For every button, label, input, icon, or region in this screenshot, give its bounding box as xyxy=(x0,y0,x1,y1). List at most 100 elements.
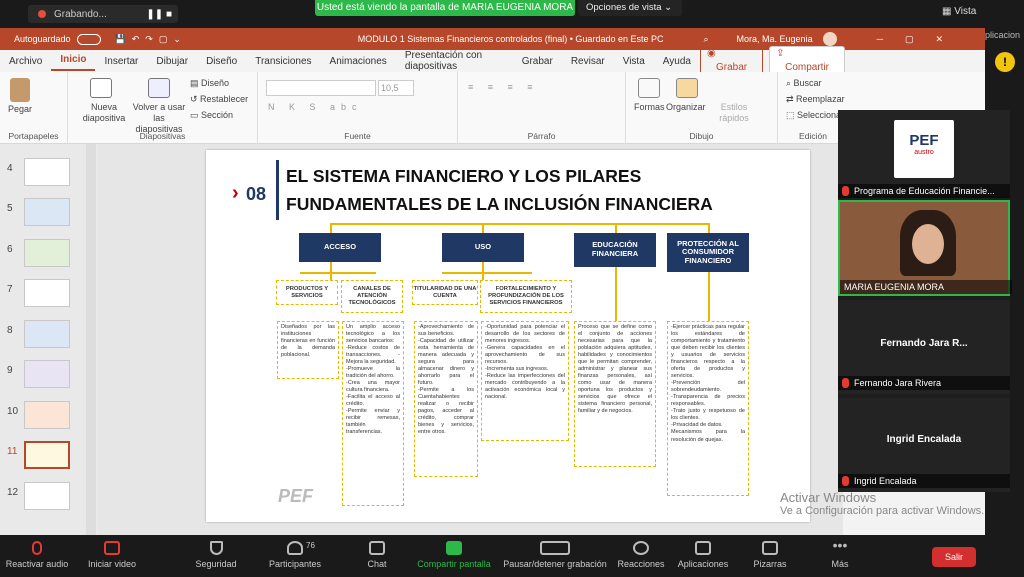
reset-button[interactable]: ↺ Restablecer xyxy=(190,94,248,105)
reactions-label: Reacciones xyxy=(617,559,665,569)
tab-inicio[interactable]: Inicio xyxy=(51,51,96,71)
select-button[interactable]: ⬚ Seleccionar xyxy=(786,110,844,121)
participant-name-text: Ingrid Encalada xyxy=(854,476,917,486)
participant-tile-fernando[interactable]: Fernando Jara R... Fernando Jara Rivera xyxy=(838,300,1010,394)
apps-cut-label: plicacion xyxy=(985,30,1021,40)
whiteboard-label: Pizarras xyxy=(753,559,787,569)
tab-grabar[interactable]: Grabar xyxy=(513,56,562,67)
tab-ayuda[interactable]: Ayuda xyxy=(654,56,700,67)
connector xyxy=(300,272,376,274)
leave-button[interactable]: Salir xyxy=(932,547,976,567)
slide-thumbnail[interactable] xyxy=(24,360,70,388)
sub-fortalecimiento: FORTALECIMIENTO Y PROFUNDIZACIÓN DE LOS … xyxy=(480,280,572,313)
start-video-button[interactable]: Iniciar video xyxy=(80,535,144,577)
shapes-label[interactable]: Formas xyxy=(634,102,665,112)
view-button[interactable]: ▦ Vista xyxy=(942,6,976,17)
autosave-toggle[interactable] xyxy=(76,33,101,45)
unmute-button[interactable]: Reactivar audio xyxy=(2,535,72,577)
muted-mic-icon xyxy=(842,186,849,196)
connector xyxy=(330,262,332,280)
pause-recording-button[interactable]: Pausar/detener grabación xyxy=(500,535,610,577)
replace-button[interactable]: ⇄ Reemplazar xyxy=(786,94,845,105)
apps-button[interactable]: Aplicaciones xyxy=(676,535,730,577)
more-button[interactable]: ••• Más xyxy=(820,535,860,577)
avatar[interactable] xyxy=(822,32,837,46)
pef-logo: PEF austro xyxy=(894,120,954,178)
slide-thumbnail[interactable] xyxy=(24,239,70,267)
connector xyxy=(330,223,332,233)
tab-diseno[interactable]: Diseño xyxy=(197,56,246,67)
share-screen-button[interactable]: Compartir pantalla xyxy=(414,535,494,577)
paragraph-icons[interactable]: ≡ ≡ ≡ ≡ xyxy=(468,82,539,92)
search-icon[interactable]: ⌕ xyxy=(703,34,708,45)
connector xyxy=(482,223,484,233)
slide-thumbnail[interactable] xyxy=(24,482,70,510)
font-size-select[interactable]: 10,5 xyxy=(378,80,414,96)
find-button[interactable]: ⌕ Buscar xyxy=(786,78,822,89)
tab-revisar[interactable]: Revisar xyxy=(562,56,614,67)
tab-dibujar[interactable]: Dibujar xyxy=(147,56,197,67)
quick-styles-label[interactable]: Estilos rápidos xyxy=(714,102,754,124)
new-slide-icon[interactable] xyxy=(90,78,112,98)
tab-vista[interactable]: Vista xyxy=(614,56,654,67)
unmute-label: Reactivar audio xyxy=(5,559,69,569)
participant-tile-active-speaker[interactable]: MARIA EUGENIA MORA xyxy=(838,200,1012,296)
security-button[interactable]: Seguridad xyxy=(188,535,244,577)
font-format-icons[interactable]: N K S abc xyxy=(268,102,363,112)
tab-insertar[interactable]: Insertar xyxy=(95,56,147,67)
speaker-face xyxy=(912,224,944,264)
font-name-select[interactable] xyxy=(266,80,376,96)
connector xyxy=(615,223,617,233)
whiteboard-button[interactable]: Pizarras xyxy=(748,535,792,577)
tab-archivo[interactable]: Archivo xyxy=(0,56,51,67)
find-label: Buscar xyxy=(793,78,822,88)
window-controls[interactable]: ─▢✕ xyxy=(877,34,965,45)
clipboard-label: Portapapeles xyxy=(8,131,59,141)
arrange-icon[interactable] xyxy=(676,78,698,98)
slide-thumbnail[interactable] xyxy=(24,158,70,186)
thumb-number: 7 xyxy=(7,284,13,295)
participants-label: Participantes xyxy=(268,559,322,569)
reuse-slides-label[interactable]: Volver a usar las diapositivas xyxy=(130,102,188,134)
recording-label: Grabando... xyxy=(54,8,107,20)
camera-off-icon xyxy=(104,541,120,555)
security-label: Seguridad xyxy=(195,559,237,569)
sub-productos: PRODUCTOS Y SERVICIOS xyxy=(276,280,338,305)
tab-transiciones[interactable]: Transiciones xyxy=(246,56,320,67)
chat-button[interactable]: Chat xyxy=(356,535,398,577)
replace-label: Reemplazar xyxy=(796,94,845,104)
quick-access-icons[interactable]: 💾↶↷▢⌄ xyxy=(115,34,187,45)
design-button[interactable]: ▤ Diseño xyxy=(190,78,229,89)
thumbnail-scrollbar[interactable] xyxy=(86,144,96,535)
slide-thumbnail[interactable] xyxy=(24,401,70,429)
participants-button[interactable]: 76 Participantes xyxy=(262,535,328,577)
paragraph-group-label: Párrafo xyxy=(527,131,556,141)
participant-tile-ingrid[interactable]: Ingrid Encalada Ingrid Encalada xyxy=(838,398,1010,492)
tab-animaciones[interactable]: Animaciones xyxy=(321,56,396,67)
arrange-label[interactable]: Organizar xyxy=(666,102,706,112)
activate-line1: Activar Windows xyxy=(780,490,877,505)
recording-indicator[interactable]: Grabando... ❚❚ ■ xyxy=(28,5,178,23)
participant-big-name: Ingrid Encalada xyxy=(886,434,962,445)
tab-presentacion[interactable]: Presentación con diapositivas xyxy=(396,50,513,72)
pause-icon[interactable]: ❚❚ ■ xyxy=(146,9,172,20)
reuse-slides-icon[interactable] xyxy=(148,78,170,98)
warning-icon[interactable]: ! xyxy=(995,52,1015,72)
slide-thumbnail[interactable] xyxy=(24,198,70,226)
slide-thumbnail[interactable] xyxy=(24,320,70,348)
slide-thumbnail[interactable] xyxy=(24,279,70,307)
connector xyxy=(442,272,532,274)
view-options-button[interactable]: Opciones de vista ⌄ xyxy=(578,0,682,16)
section-button[interactable]: ▭ Sección xyxy=(190,110,233,121)
paste-label[interactable]: Pegar xyxy=(8,104,32,114)
pef-logo-text: PEF xyxy=(909,132,939,149)
slide: › 08 EL SISTEMA FINANCIERO Y LOS PILARES… xyxy=(206,150,810,522)
shapes-icon[interactable] xyxy=(638,78,660,98)
participant-tile-program[interactable]: PEF austro Programa de Educación Financie… xyxy=(838,110,1010,198)
paste-icon[interactable] xyxy=(10,78,30,102)
slide-thumbnail-active[interactable] xyxy=(24,441,70,469)
reactions-button[interactable]: Reacciones xyxy=(616,535,666,577)
zoom-top-bar: Grabando... ❚❚ ■ Usted está viendo la pan… xyxy=(0,0,1024,72)
user-name[interactable]: Mora, Ma. Eugenia xyxy=(737,34,813,44)
new-slide-label[interactable]: Nueva diapositiva xyxy=(82,102,126,124)
